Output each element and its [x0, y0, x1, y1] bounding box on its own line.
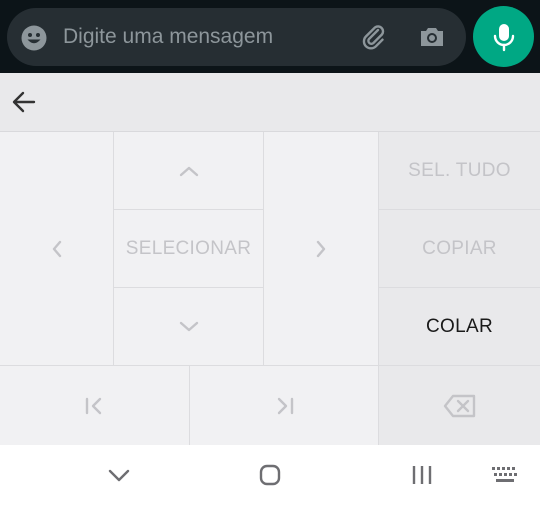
- mic-icon: [493, 24, 515, 52]
- keyboard-header: [0, 73, 540, 132]
- select-key[interactable]: SELECIONAR: [114, 210, 264, 288]
- cursor-right-key[interactable]: [264, 132, 379, 366]
- cursor-left-key[interactable]: [0, 132, 114, 366]
- text-editing-keyboard: SELECIONAR SEL. TUDO COPIAR COLAR: [0, 73, 540, 445]
- select-key-label: SELECIONAR: [125, 237, 252, 259]
- paperclip-icon[interactable]: [359, 22, 389, 52]
- cursor-down-key[interactable]: [114, 288, 264, 366]
- chevron-up-icon: [179, 166, 198, 176]
- mic-button[interactable]: [473, 6, 534, 67]
- backspace-icon: [443, 394, 475, 417]
- copy-label: COPIAR: [422, 237, 497, 259]
- nav-down-chevron-icon[interactable]: [107, 463, 131, 492]
- camera-icon[interactable]: [417, 22, 447, 52]
- cursor-up-key[interactable]: [114, 132, 264, 210]
- line-end-icon: [277, 397, 294, 414]
- chevron-down-icon: [179, 321, 198, 331]
- paste-label: COLAR: [426, 315, 493, 337]
- line-start-key[interactable]: [0, 366, 190, 445]
- backspace-key[interactable]: [379, 366, 540, 445]
- system-navigation-bar: [0, 445, 540, 507]
- nav-recents-icon[interactable]: [410, 463, 434, 492]
- select-all-button[interactable]: SEL. TUDO: [379, 132, 540, 210]
- emoji-icon[interactable]: [21, 25, 47, 51]
- line-end-key[interactable]: [190, 366, 379, 445]
- line-start-icon: [85, 397, 101, 414]
- arrow-left-icon[interactable]: [10, 90, 38, 114]
- message-input-pill[interactable]: Digite uma mensagem: [7, 8, 466, 66]
- chat-input-bar: Digite uma mensagem: [0, 0, 540, 73]
- paste-button[interactable]: COLAR: [379, 288, 540, 366]
- copy-button[interactable]: COPIAR: [379, 210, 540, 288]
- chevron-right-icon: [316, 240, 326, 257]
- chevron-left-icon: [52, 240, 61, 257]
- keyboard-icon[interactable]: [490, 463, 520, 492]
- nav-home-icon[interactable]: [258, 463, 282, 492]
- message-input-placeholder[interactable]: Digite uma mensagem: [63, 25, 273, 49]
- select-all-label: SEL. TUDO: [408, 159, 511, 181]
